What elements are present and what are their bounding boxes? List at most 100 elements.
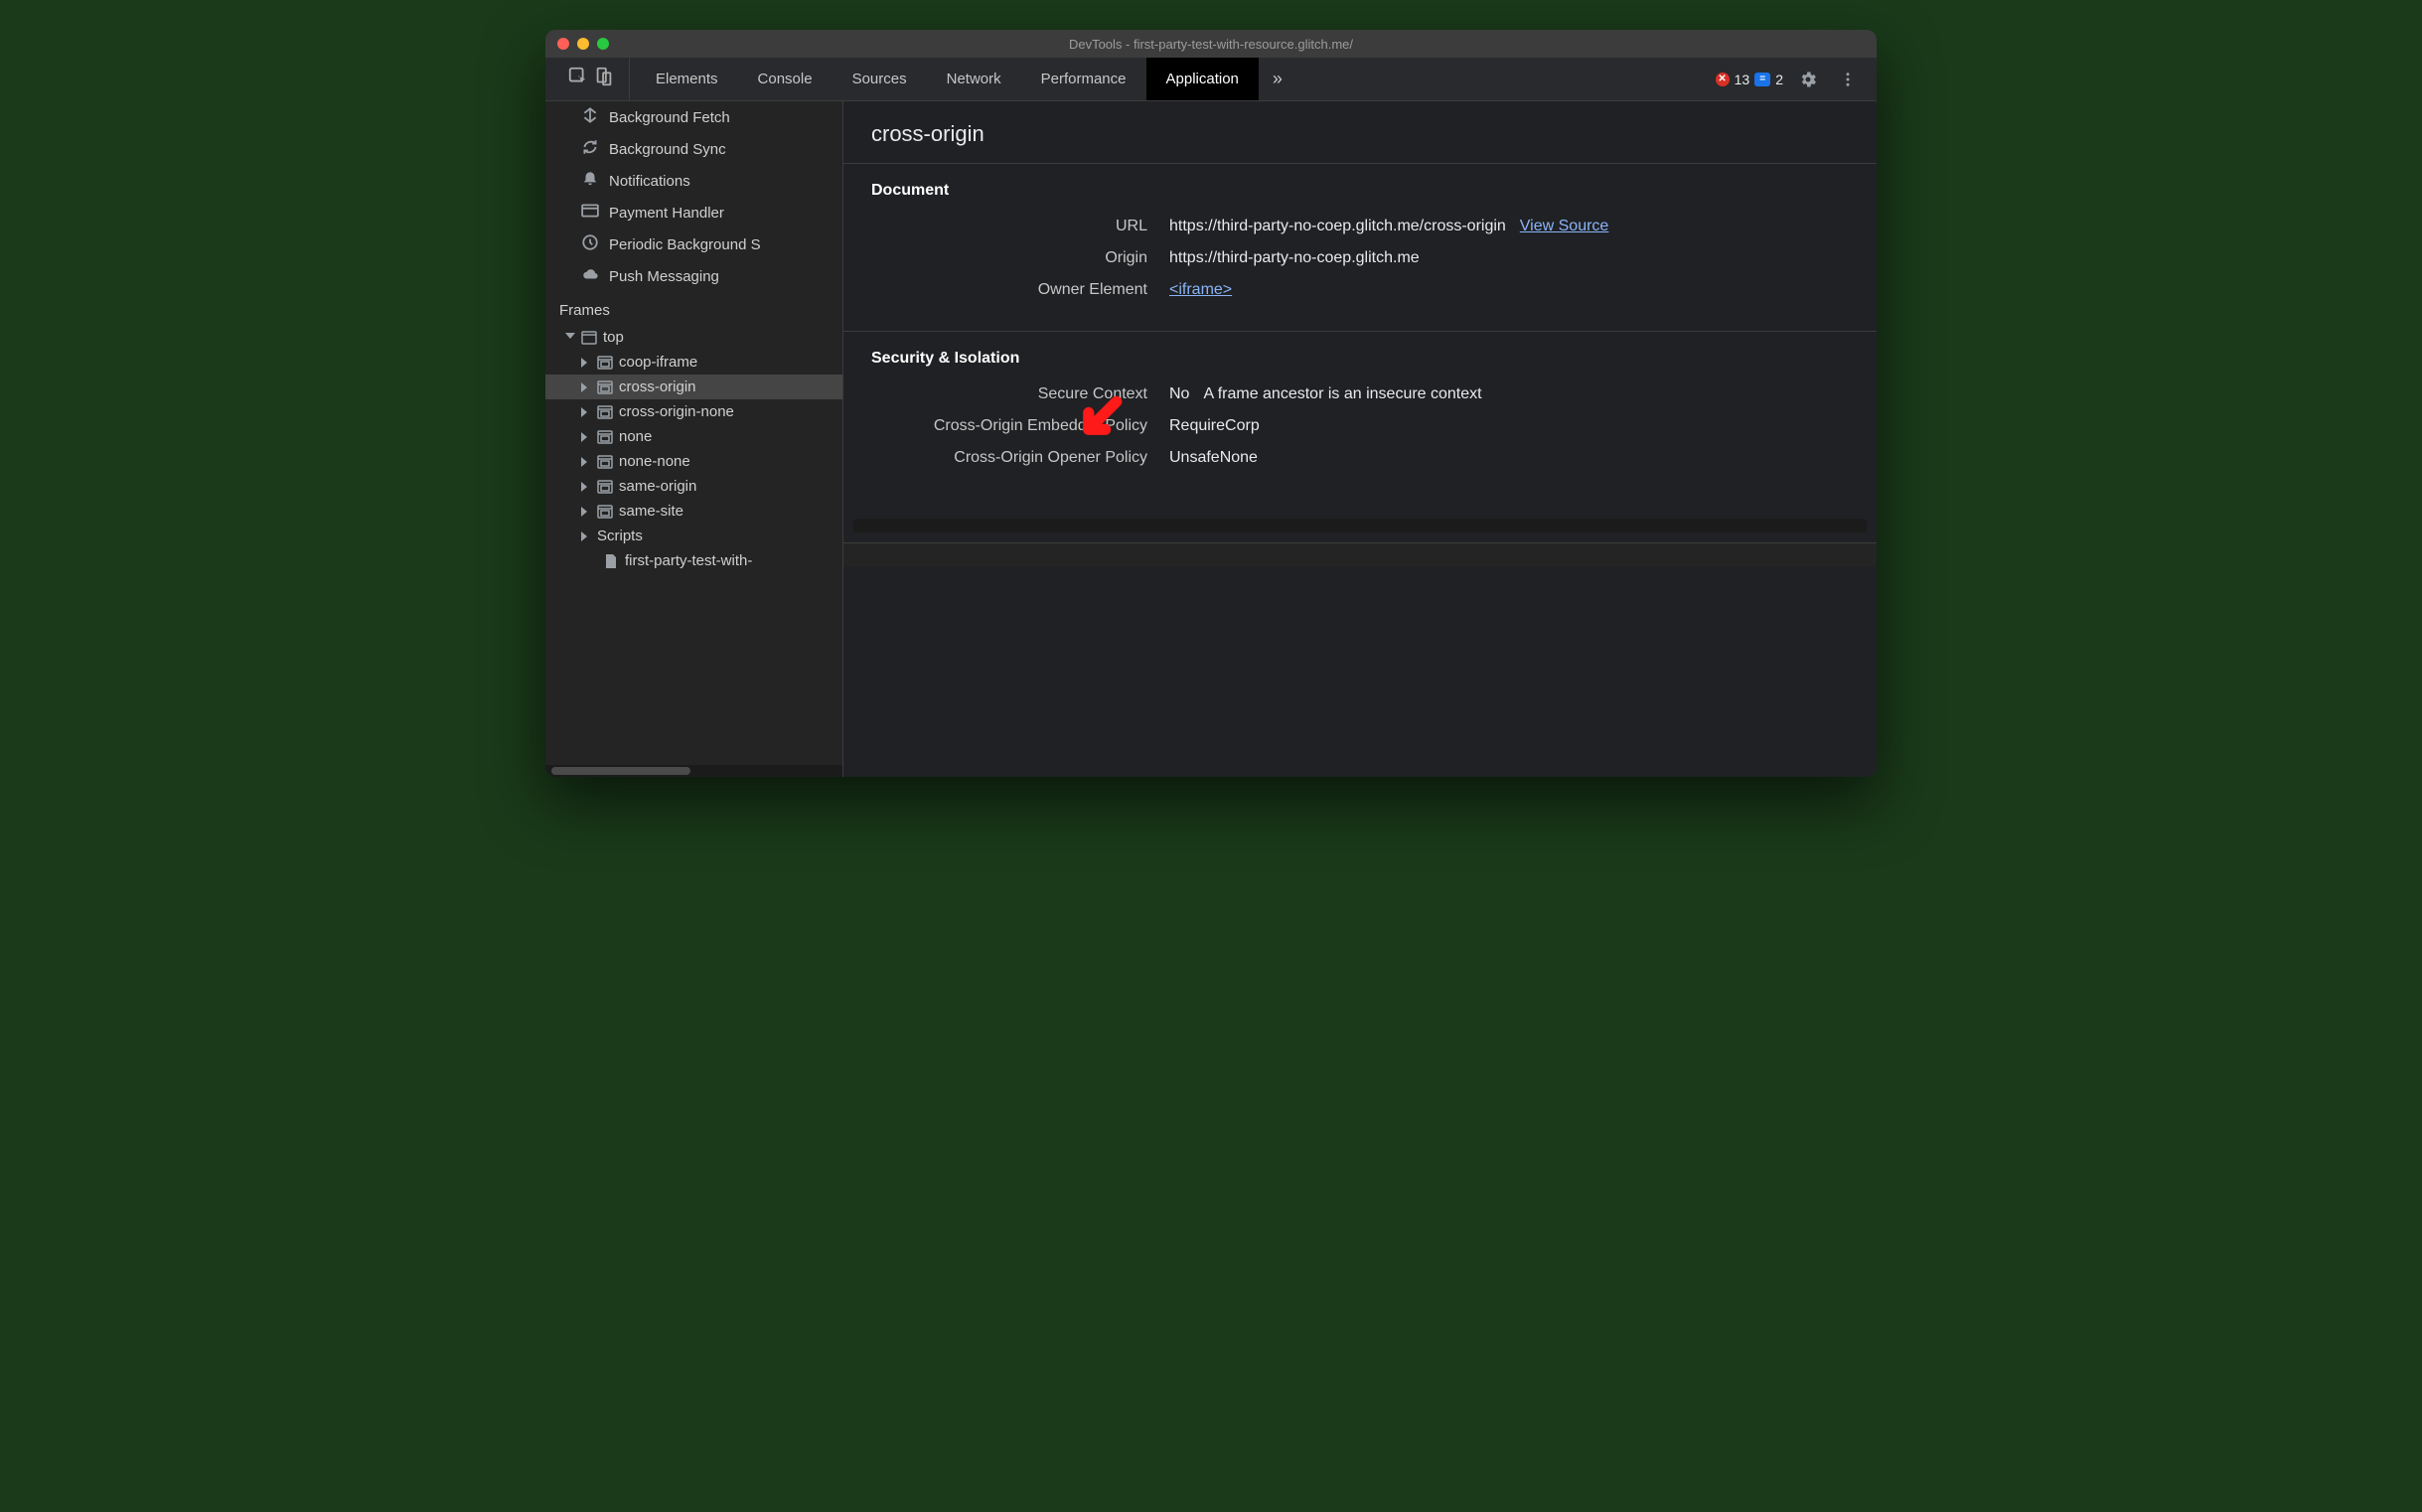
file-icon — [603, 553, 619, 569]
origin-value: https://third-party-no-coep.glitch.me — [1169, 249, 1420, 267]
caret-right-icon — [581, 531, 591, 541]
tree-label: first-party-test-with- — [625, 552, 752, 569]
url-row: URL https://third-party-no-coep.glitch.m… — [871, 218, 1849, 235]
caret-right-icon — [581, 482, 591, 492]
toolbar-right: ✕ 13 = 2 — [1716, 65, 1869, 94]
tab-console[interactable]: Console — [738, 58, 833, 100]
secure-context-value: No — [1169, 385, 1189, 403]
tab-elements[interactable]: Elements — [636, 58, 738, 100]
main-heading: cross-origin — [843, 101, 1877, 164]
sidebar-item-label: Push Messaging — [609, 268, 719, 285]
sidebar-item-clock[interactable]: Periodic Background S — [545, 228, 842, 260]
caret-down-icon — [565, 333, 575, 343]
frame-icon — [597, 504, 613, 520]
titlebar: DevTools - first-party-test-with-resourc… — [545, 30, 1877, 58]
bell-icon — [581, 170, 599, 192]
main-panel: cross-origin Document URL https://third-… — [843, 101, 1877, 777]
window-controls — [557, 38, 609, 50]
body: Background Fetch Background Sync Notificat… — [545, 101, 1877, 777]
cloud-icon — [581, 265, 599, 287]
owner-label: Owner Element — [871, 281, 1169, 299]
frame-icon — [597, 355, 613, 371]
sidebar-scrollbar[interactable] — [545, 765, 842, 777]
origin-row: Origin https://third-party-no-coep.glitc… — [871, 249, 1849, 267]
minimize-window-button[interactable] — [577, 38, 589, 50]
inspect-icon[interactable] — [567, 66, 589, 92]
tree-label: same-site — [619, 503, 683, 520]
sidebar-item-fetch[interactable]: Background Fetch — [545, 101, 842, 133]
tree-item-file[interactable]: first-party-test-with- — [545, 548, 842, 573]
zoom-window-button[interactable] — [597, 38, 609, 50]
tree-item-cross-origin[interactable]: cross-origin — [545, 375, 842, 399]
sidebar-item-label: Background Fetch — [609, 109, 730, 126]
tree-label: none — [619, 428, 652, 445]
tree-label: top — [603, 329, 624, 346]
card-icon — [581, 202, 599, 224]
frame-icon — [597, 479, 613, 495]
caret-right-icon — [581, 382, 591, 392]
window-icon — [581, 330, 597, 346]
tree-item-same-site[interactable]: same-site — [545, 499, 842, 524]
security-section-title: Security & Isolation — [871, 350, 1849, 368]
more-tabs-button[interactable]: » — [1259, 58, 1296, 100]
tree-item-coop-iframe[interactable]: coop-iframe — [545, 350, 842, 375]
tab-sources[interactable]: Sources — [833, 58, 927, 100]
settings-button[interactable] — [1793, 65, 1823, 94]
sidebar-item-label: Notifications — [609, 173, 690, 190]
owner-element-link[interactable]: <iframe> — [1169, 281, 1232, 299]
tab-application[interactable]: Application — [1146, 58, 1259, 100]
tree-item-top[interactable]: top — [545, 325, 842, 350]
error-badge[interactable]: ✕ 13 = 2 — [1716, 72, 1783, 87]
coop-value: UnsafeNone — [1169, 449, 1258, 467]
error-count: 13 — [1735, 72, 1750, 87]
frame-icon — [597, 404, 613, 420]
security-section: Security & Isolation Secure Context No A… — [843, 332, 1877, 499]
caret-right-icon — [581, 457, 591, 467]
caret-right-icon — [581, 358, 591, 368]
sidebar-item-card[interactable]: Payment Handler — [545, 197, 842, 228]
coop-row: Cross-Origin Opener Policy UnsafeNone — [871, 449, 1849, 467]
coep-value: RequireCorp — [1169, 417, 1260, 435]
toolbar: Elements Console Sources Network Perform… — [545, 58, 1877, 101]
tab-network[interactable]: Network — [927, 58, 1021, 100]
device-toolbar-icon[interactable] — [593, 66, 615, 92]
secure-context-row: Secure Context No A frame ancestor is an… — [871, 385, 1849, 403]
url-label: URL — [871, 218, 1169, 235]
coop-label: Cross-Origin Opener Policy — [871, 449, 1169, 467]
devtools-window: DevTools - first-party-test-with-resourc… — [545, 30, 1877, 777]
frame-icon — [597, 454, 613, 470]
sidebar-section-frames: Frames — [545, 292, 842, 325]
sidebar-item-bell[interactable]: Notifications — [545, 165, 842, 197]
tree-item-cross-origin-none[interactable]: cross-origin-none — [545, 399, 842, 424]
menu-button[interactable] — [1833, 65, 1863, 94]
secure-context-note: A frame ancestor is an insecure context — [1203, 385, 1481, 403]
panel-tabs: Elements Console Sources Network Perform… — [636, 58, 1296, 100]
secure-context-label: Secure Context — [871, 385, 1169, 403]
view-source-link[interactable]: View Source — [1520, 218, 1609, 235]
sidebar-item-cloud[interactable]: Push Messaging — [545, 260, 842, 292]
sidebar-item-sync[interactable]: Background Sync — [545, 133, 842, 165]
tree-item-scripts[interactable]: Scripts — [545, 524, 842, 548]
close-window-button[interactable] — [557, 38, 569, 50]
error-icon: ✕ — [1716, 73, 1730, 86]
document-section: Document URL https://third-party-no-coep… — [843, 164, 1877, 331]
sidebar-item-label: Background Sync — [609, 141, 726, 158]
info-count: 2 — [1775, 72, 1783, 87]
tree-label: Scripts — [597, 528, 643, 544]
frame-icon — [597, 429, 613, 445]
origin-label: Origin — [871, 249, 1169, 267]
tree-item-none[interactable]: none — [545, 424, 842, 449]
main-scrollbar[interactable] — [853, 519, 1867, 532]
tree-label: none-none — [619, 453, 690, 470]
sidebar-item-label: Periodic Background S — [609, 236, 761, 253]
tree-item-same-origin[interactable]: same-origin — [545, 474, 842, 499]
owner-row: Owner Element <iframe> — [871, 281, 1849, 299]
info-icon: = — [1754, 73, 1770, 86]
sidebar-item-label: Payment Handler — [609, 205, 724, 222]
toolbar-left — [553, 58, 630, 100]
tree-label: coop-iframe — [619, 354, 697, 371]
tab-performance[interactable]: Performance — [1021, 58, 1146, 100]
sidebar: Background Fetch Background Sync Notificat… — [545, 101, 843, 777]
tree-item-none-none[interactable]: none-none — [545, 449, 842, 474]
window-title: DevTools - first-party-test-with-resourc… — [557, 37, 1865, 52]
